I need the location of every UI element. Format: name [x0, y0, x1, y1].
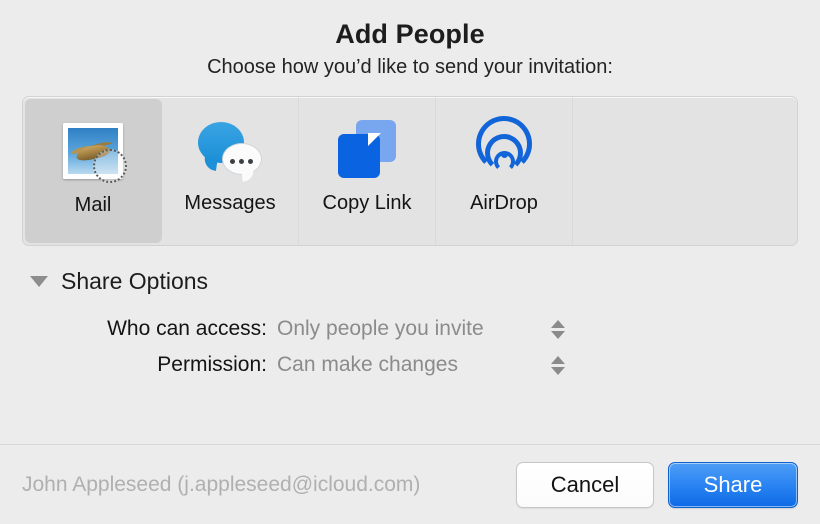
- share-method-label: Copy Link: [322, 192, 412, 214]
- cancel-button[interactable]: Cancel: [516, 461, 654, 508]
- who-can-access-value[interactable]: Only people you invite: [277, 317, 547, 341]
- dialog-footer: John Appleseed (j.appleseed@icloud.com) …: [0, 444, 820, 524]
- dialog-subtitle: Choose how you’d like to send your invit…: [207, 56, 613, 78]
- chevron-down-icon[interactable]: [30, 276, 48, 287]
- share-method-label: Mail: [74, 194, 112, 216]
- add-people-dialog: Add People Choose how you’d like to send…: [0, 0, 820, 524]
- chevron-down-icon: [551, 366, 565, 375]
- chevron-up-icon: [551, 355, 565, 364]
- permission-value[interactable]: Can make changes: [277, 353, 547, 377]
- share-method-picker: Mail Messages Copy Link AirDrop: [22, 96, 798, 246]
- option-row-who-can-access: Who can access: Only people you invite: [22, 317, 798, 341]
- mail-stamp-icon: [57, 115, 129, 187]
- dialog-header: Add People Choose how you’d like to send…: [0, 0, 820, 80]
- permission-label: Permission:: [157, 353, 267, 376]
- share-options-label: Share Options: [61, 268, 209, 294]
- share-method-label: Messages: [184, 192, 276, 214]
- page-title: Add People: [335, 19, 485, 49]
- share-options-section: Share Options Who can access: Only peopl…: [0, 246, 820, 444]
- chevron-down-icon: [551, 330, 565, 339]
- share-method-label: AirDrop: [470, 192, 538, 214]
- share-method-picker-wrap: Mail Messages Copy Link AirDrop: [0, 80, 820, 246]
- messages-bubble-icon: [194, 113, 266, 185]
- account-label: John Appleseed (j.appleseed@icloud.com): [22, 472, 421, 496]
- share-options-disclosure[interactable]: Share Options: [22, 268, 798, 295]
- option-row-permission: Permission: Can make changes: [22, 353, 798, 377]
- airdrop-waves-icon: [468, 113, 540, 185]
- picker-empty-space: [573, 97, 797, 245]
- share-method-airdrop[interactable]: AirDrop: [436, 97, 573, 245]
- share-method-mail[interactable]: Mail: [25, 99, 162, 243]
- copy-link-documents-icon: [331, 113, 403, 185]
- who-can-access-label: Who can access:: [107, 317, 267, 340]
- chevron-up-icon: [551, 319, 565, 328]
- share-method-messages[interactable]: Messages: [162, 97, 299, 245]
- share-button[interactable]: Share: [668, 461, 798, 508]
- share-options-rows: Who can access: Only people you invite P…: [22, 317, 798, 377]
- who-can-access-popup-stepper[interactable]: [551, 319, 565, 339]
- share-method-copy-link[interactable]: Copy Link: [299, 97, 436, 245]
- permission-popup-stepper[interactable]: [551, 355, 565, 375]
